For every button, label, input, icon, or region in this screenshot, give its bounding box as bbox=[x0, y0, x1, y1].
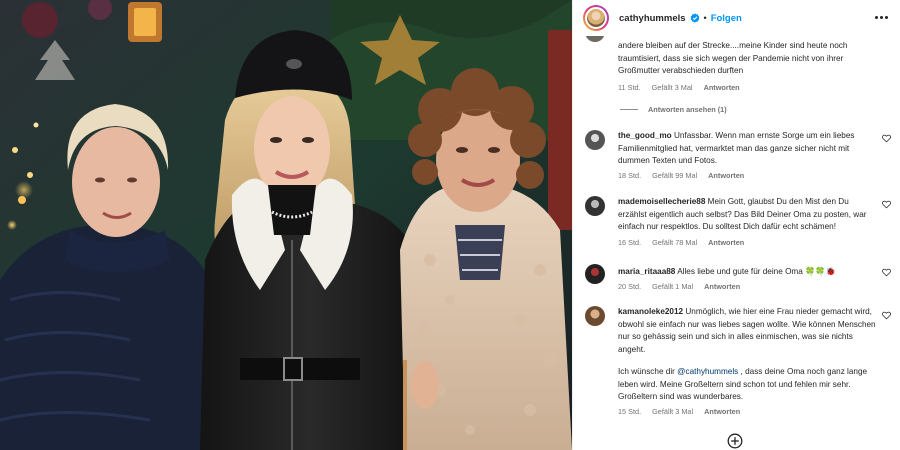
comment-time[interactable]: 20 Std. bbox=[618, 282, 641, 291]
header-separator: • bbox=[703, 13, 707, 23]
replies-divider bbox=[620, 109, 638, 110]
comment-text: mademoisellecherie88 Mein Gott, glaubst … bbox=[618, 196, 878, 234]
post-viewer: cathyhummels • Folgen andere bleiben auf… bbox=[0, 0, 900, 450]
comment-text: kamanoleke2012 Unmöglich, wie hier eine … bbox=[618, 306, 878, 356]
comment-avatar[interactable] bbox=[585, 306, 605, 326]
add-circle-icon[interactable] bbox=[727, 433, 743, 449]
comment-text: andere bleiben auf der Strecke....meine … bbox=[618, 40, 878, 78]
post-image bbox=[0, 0, 572, 450]
comment-body: Alles liebe und gute für deine Oma 🍀🍀🐞 bbox=[677, 267, 836, 276]
comment-text-continued: Ich wünsche dir @cathyhummels , dass dei… bbox=[618, 366, 878, 404]
reply-button[interactable]: Antworten bbox=[704, 282, 740, 291]
comment-username[interactable]: maria_ritaaa88 bbox=[618, 267, 675, 276]
post-header: cathyhummels • Folgen bbox=[573, 0, 900, 36]
comment-meta: 15 Std. Gefällt 3 Mal Antworten bbox=[618, 407, 751, 416]
reply-button[interactable]: Antworten bbox=[708, 238, 744, 247]
comment-body: Ich wünsche dir bbox=[618, 367, 678, 376]
reply-button[interactable]: Antworten bbox=[704, 83, 740, 92]
comment-likes[interactable]: Gefällt 1 Mal bbox=[652, 282, 693, 291]
comment-text: the_good_mo Unfassbar. Wenn man ernste S… bbox=[618, 130, 878, 168]
comment-avatar[interactable] bbox=[585, 36, 605, 42]
more-options-icon[interactable] bbox=[875, 11, 889, 23]
comment-username[interactable]: the_good_mo bbox=[618, 131, 672, 140]
comments-list[interactable]: andere bleiben auf der Strecke....meine … bbox=[573, 36, 900, 426]
heart-icon[interactable] bbox=[882, 311, 891, 320]
comment-meta: 18 Std. Gefällt 99 Mal Antworten bbox=[618, 171, 755, 180]
comment-likes[interactable]: Gefällt 99 Mal bbox=[652, 171, 697, 180]
comment-likes[interactable]: Gefällt 3 Mal bbox=[652, 407, 693, 416]
comment-time[interactable]: 18 Std. bbox=[618, 171, 641, 180]
verified-badge-icon bbox=[690, 13, 699, 23]
author-avatar[interactable] bbox=[583, 5, 609, 31]
view-replies-label: Antworten ansehen (1) bbox=[648, 105, 727, 114]
heart-icon[interactable] bbox=[882, 134, 891, 143]
comment-avatar[interactable] bbox=[585, 264, 605, 284]
heart-icon[interactable] bbox=[882, 268, 891, 277]
comment-avatar[interactable] bbox=[585, 196, 605, 216]
comment-username[interactable]: kamanoleke2012 bbox=[618, 307, 683, 316]
comment-time[interactable]: 16 Std. bbox=[618, 238, 641, 247]
post-photo[interactable] bbox=[0, 0, 572, 450]
comment-meta: 11 Std. Gefällt 3 Mal Antworten bbox=[618, 83, 751, 92]
reply-button[interactable]: Antworten bbox=[704, 407, 740, 416]
comment-body: andere bleiben auf der Strecke....meine … bbox=[618, 41, 848, 75]
comment-text: maria_ritaaa88 Alles liebe und gute für … bbox=[618, 266, 878, 279]
follow-button[interactable]: Folgen bbox=[711, 13, 742, 24]
view-replies-button[interactable]: Antworten ansehen (1) bbox=[620, 105, 727, 114]
comment-likes[interactable]: Gefällt 78 Mal bbox=[652, 238, 697, 247]
comment-time[interactable]: 15 Std. bbox=[618, 407, 641, 416]
comment-meta: 20 Std. Gefällt 1 Mal Antworten bbox=[618, 282, 751, 291]
comments-panel: cathyhummels • Folgen andere bleiben auf… bbox=[572, 0, 900, 450]
reply-button[interactable]: Antworten bbox=[708, 171, 744, 180]
comment-avatar[interactable] bbox=[585, 130, 605, 150]
comment-username[interactable]: mademoisellecherie88 bbox=[618, 197, 705, 206]
comment-time[interactable]: 11 Std. bbox=[618, 83, 641, 92]
heart-icon[interactable] bbox=[882, 200, 891, 209]
comment-likes[interactable]: Gefällt 3 Mal bbox=[652, 83, 693, 92]
comment-meta: 16 Std. Gefällt 78 Mal Antworten bbox=[618, 238, 755, 247]
author-username[interactable]: cathyhummels bbox=[619, 13, 686, 24]
mention-link[interactable]: @cathyhummels bbox=[677, 367, 738, 376]
